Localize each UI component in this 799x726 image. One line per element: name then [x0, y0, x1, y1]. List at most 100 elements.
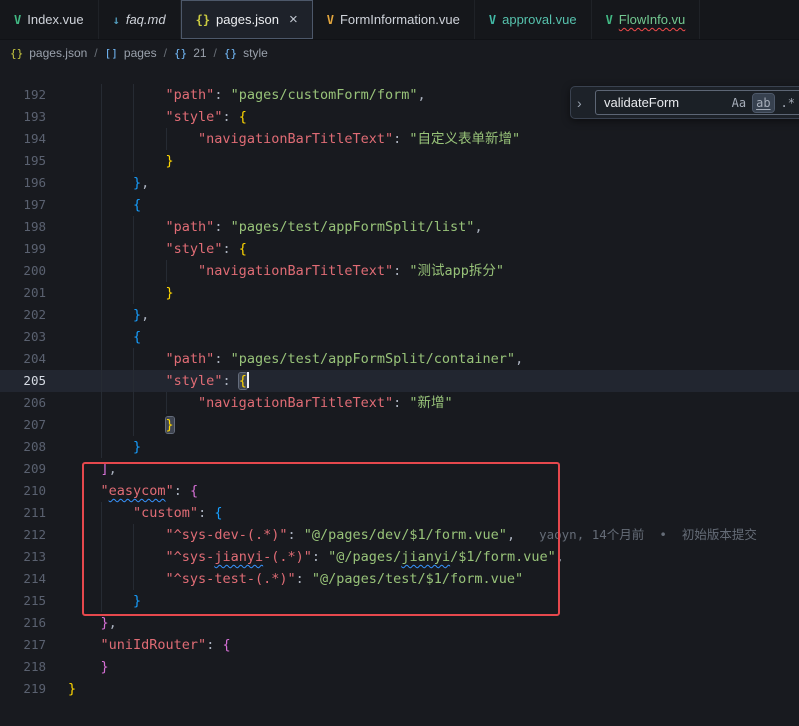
code-line-215[interactable]: 215 }	[0, 590, 799, 612]
tab-label: pages.json	[216, 12, 279, 27]
tab-index-vue[interactable]: VIndex.vue	[0, 0, 99, 39]
code-line-208[interactable]: 208 }	[0, 436, 799, 458]
line-number: 201	[0, 282, 46, 304]
line-number: 216	[0, 612, 46, 634]
whole-word-toggle[interactable]: ab	[753, 94, 773, 112]
code-line-216[interactable]: 216 },	[0, 612, 799, 634]
line-content: }	[46, 678, 76, 700]
line-number: 207	[0, 414, 46, 436]
code-token: "style"	[166, 373, 223, 389]
line-content: "navigationBarTitleText": "自定义表单新增"	[46, 128, 520, 150]
code-line-197[interactable]: 197 {	[0, 194, 799, 216]
code-token: :	[214, 219, 230, 235]
line-content: }	[46, 590, 141, 612]
code-token: "pages/customForm/form"	[231, 87, 418, 103]
code-line-204[interactable]: 204 "path": "pages/test/appFormSplit/con…	[0, 348, 799, 370]
breadcrumb-item[interactable]: pages	[124, 46, 157, 60]
code-token: }	[68, 681, 76, 697]
code-line-217[interactable]: 217 "uniIdRouter": {	[0, 634, 799, 656]
code-token: :	[222, 241, 238, 257]
code-token: {	[190, 483, 198, 499]
vscode-window: VIndex.vue↓faq.md {} pages.json × VFormInfor…	[0, 0, 799, 726]
code-token: }	[133, 175, 141, 191]
line-number: 198	[0, 216, 46, 238]
code-token: "style"	[166, 241, 223, 257]
code-line-210[interactable]: 210 "easycom": {	[0, 480, 799, 502]
code-line-203[interactable]: 203 {	[0, 326, 799, 348]
code-token: }	[166, 285, 174, 301]
line-number: 218	[0, 656, 46, 678]
chevron-right-icon[interactable]: ›	[577, 95, 587, 111]
breadcrumb-separator: /	[94, 46, 97, 60]
code-line-213[interactable]: 213 "^sys-jianyi-(.*)": "@/pages/jianyi/…	[0, 546, 799, 568]
code-token: "^sys-dev-(.*)"	[166, 527, 288, 543]
code-line-214[interactable]: 214 "^sys-test-(.*)": "@/pages/test/$1/f…	[0, 568, 799, 590]
tab-faq-md[interactable]: ↓faq.md	[99, 0, 181, 39]
line-number: 209	[0, 458, 46, 480]
line-number: 219	[0, 678, 46, 700]
code-token: jianyi	[401, 549, 450, 565]
code-token: ,	[109, 461, 117, 477]
breadcrumb-item[interactable]: style	[243, 46, 268, 60]
code-line-200[interactable]: 200 "navigationBarTitleText": "测试app拆分"	[0, 260, 799, 282]
line-content: "uniIdRouter": {	[46, 634, 231, 656]
code-token: "style"	[166, 109, 223, 125]
code-line-209[interactable]: 209 ],	[0, 458, 799, 480]
code-line-207[interactable]: 207 }	[0, 414, 799, 436]
line-number: 204	[0, 348, 46, 370]
code-line-206[interactable]: 206 "navigationBarTitleText": "新增"	[0, 392, 799, 414]
line-content: }	[46, 436, 141, 458]
code-token: {	[239, 373, 247, 389]
line-content: "style": {	[46, 238, 247, 260]
code-line-205[interactable]: 205 "style": {	[0, 370, 799, 392]
line-number: 203	[0, 326, 46, 348]
code-line-219[interactable]: 219}	[0, 678, 799, 700]
code-token: "navigationBarTitleText"	[198, 395, 393, 411]
line-content: }	[46, 282, 174, 304]
breadcrumb-item[interactable]: 21	[193, 46, 206, 60]
regex-toggle[interactable]: .*	[778, 94, 798, 112]
match-case-toggle[interactable]: Aa	[729, 94, 749, 112]
symbol-icon: {}	[10, 47, 23, 60]
tab-pages-json[interactable]: {}pages.json×	[181, 0, 313, 39]
code-token: ,	[418, 87, 426, 103]
code-line-196[interactable]: 196 },	[0, 172, 799, 194]
code-token: ,	[515, 351, 523, 367]
code-token: "@/pages/test/$1/form.vue"	[312, 571, 523, 587]
breadcrumb-separator: /	[214, 46, 217, 60]
vue-icon: V	[327, 13, 334, 27]
code-line-211[interactable]: 211 "custom": {	[0, 502, 799, 524]
code-line-198[interactable]: 198 "path": "pages/test/appFormSplit/lis…	[0, 216, 799, 238]
line-content: }	[46, 150, 174, 172]
code-line-202[interactable]: 202 },	[0, 304, 799, 326]
line-number: 197	[0, 194, 46, 216]
find-input[interactable]: validateForm Aaab.*	[595, 90, 799, 115]
line-number: 214	[0, 568, 46, 590]
tab-flowinfo-vu[interactable]: VFlowInfo.vu	[592, 0, 701, 39]
line-content: {	[46, 194, 141, 216]
code-line-199[interactable]: 199 "style": {	[0, 238, 799, 260]
code-token: "path"	[166, 219, 215, 235]
code-line-218[interactable]: 218 }	[0, 656, 799, 678]
code-token: :	[222, 109, 238, 125]
tab-forminformation-vue[interactable]: VFormInformation.vue	[313, 0, 475, 39]
code-line-195[interactable]: 195 }	[0, 150, 799, 172]
code-line-201[interactable]: 201 }	[0, 282, 799, 304]
line-content: "path": "pages/test/appFormSplit/contain…	[46, 348, 523, 370]
tab-approval-vue[interactable]: Vapproval.vue	[475, 0, 592, 39]
code-token: }	[133, 593, 141, 609]
code-token: "pages/test/appFormSplit/container"	[231, 351, 515, 367]
text-cursor	[247, 372, 249, 388]
close-icon[interactable]: ×	[289, 12, 298, 27]
vue-icon: V	[606, 13, 613, 27]
breadcrumb-separator: /	[164, 46, 167, 60]
line-number: 192	[0, 84, 46, 106]
code-token: :	[214, 87, 230, 103]
line-number: 212	[0, 524, 46, 546]
code-line-212[interactable]: 212 "^sys-dev-(.*)": "@/pages/dev/$1/for…	[0, 524, 799, 546]
code-token: :	[393, 131, 409, 147]
code-line-194[interactable]: 194 "navigationBarTitleText": "自定义表单新增"	[0, 128, 799, 150]
line-number: 210	[0, 480, 46, 502]
breadcrumb-item[interactable]: pages.json	[29, 46, 87, 60]
code-token: "自定义表单新增"	[409, 131, 520, 147]
